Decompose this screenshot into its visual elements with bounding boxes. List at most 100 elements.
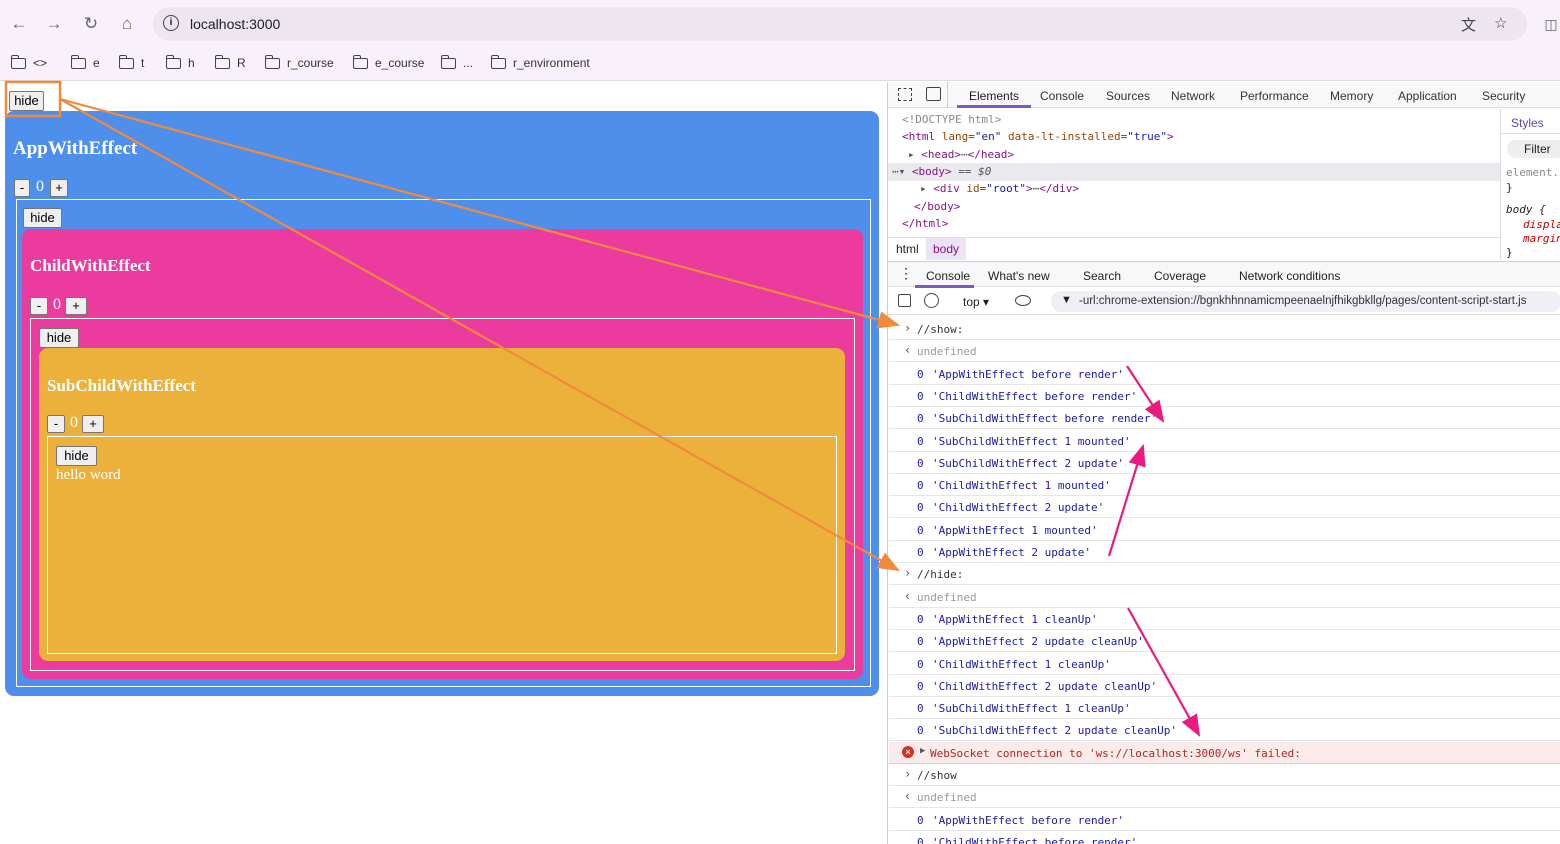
bookmark-folder[interactable]: e_course [352, 54, 424, 72]
tab-console[interactable]: Console [1040, 89, 1084, 103]
forward-icon[interactable]: → [43, 13, 65, 35]
bookmark-folder[interactable]: r_course [264, 54, 334, 72]
tab-network[interactable]: Network [1171, 89, 1215, 103]
tab-security[interactable]: Security [1482, 89, 1525, 103]
app-decrement-button[interactable]: - [14, 179, 30, 197]
child-increment-button[interactable]: + [65, 297, 87, 315]
drawer-tab-coverage[interactable]: Coverage [1154, 269, 1206, 283]
style-prop: margin [1523, 232, 1560, 245]
prompt-arrow-icon: › [904, 321, 912, 335]
clear-console-icon[interactable] [924, 293, 939, 308]
active-tab-indicator [957, 105, 1031, 108]
root-div-line[interactable]: ▸ <div id="root">⋯</div> [920, 182, 1079, 195]
tab-application[interactable]: Application [1398, 89, 1457, 103]
bookmark-folder[interactable]: h [165, 54, 195, 72]
breadcrumb-html[interactable]: html [896, 242, 919, 256]
console-log-entry: 0 'SubChildWithEffect 2 update cleanUp' [889, 719, 1560, 742]
subchild-hide-button[interactable]: hide [39, 328, 79, 348]
rule-brace: } [1506, 181, 1513, 194]
divider [1501, 133, 1560, 134]
content-text: hello word [56, 467, 121, 483]
eye-icon[interactable] [1015, 295, 1031, 306]
drawer-tab-search[interactable]: Search [1083, 269, 1121, 283]
result-arrow-icon: ‹ [904, 343, 912, 358]
folder-icon [70, 54, 86, 69]
console-log-entry: 0 'AppWithEffect 1 cleanUp' [889, 608, 1560, 630]
more-options-icon[interactable]: ⋮ [899, 266, 913, 280]
reload-icon[interactable]: ↻ [80, 13, 102, 35]
rule-brace: } [1506, 246, 1513, 259]
devtools-panel: Elements Console Sources Network Perform… [887, 82, 1560, 844]
divider [947, 82, 948, 108]
drawer-tab-whats-new[interactable]: What's new [988, 269, 1050, 283]
bookmark-folder[interactable]: t [118, 54, 144, 72]
subchild-title: SubChildWithEffect [47, 376, 196, 395]
drawer-tab-network-conditions[interactable]: Network conditions [1239, 269, 1340, 283]
child-decrement-button[interactable]: - [30, 297, 48, 315]
child-counter: 0 [53, 296, 61, 313]
side-panel-icon[interactable]: ◫ [1540, 13, 1560, 35]
breadcrumb: html body [888, 237, 1500, 260]
folder-icon [440, 54, 456, 69]
content-hide-button[interactable]: hide [56, 446, 97, 466]
console-result: ‹ undefined [889, 586, 1560, 608]
expand-arrow-icon[interactable]: ▸ [908, 148, 915, 161]
bookmark-folder[interactable]: e [70, 54, 100, 72]
head-line[interactable]: ▸ <head>⋯</head> [908, 148, 1014, 161]
html-open-line[interactable]: <html lang="en" data-lt-installed="true"… [902, 130, 1174, 143]
bookmark-folder[interactable]: r_environment [490, 54, 590, 72]
bookmark-star-icon[interactable]: ☆ [1494, 14, 1507, 32]
bookmark-folder[interactable]: ... [440, 54, 473, 72]
child-hide-button[interactable]: hide [23, 208, 62, 228]
error-link[interactable]: //localhost:3000 [1115, 747, 1221, 760]
console-log-entry: 0 'SubChildWithEffect 2 update' [889, 452, 1560, 474]
breadcrumb-body[interactable]: body [926, 238, 967, 260]
doctype-line: <!DOCTYPE html> [902, 113, 1002, 126]
bookmark-folder[interactable]: R [214, 54, 246, 72]
inspect-element-icon[interactable] [898, 88, 912, 101]
drawer-tab-console[interactable]: Console [926, 269, 970, 283]
body-line[interactable]: ⋯▾ <body> == $0 [892, 165, 991, 178]
console-log-entry: 0 'AppWithEffect 2 update' [889, 541, 1560, 563]
device-toolbar-icon[interactable] [926, 87, 941, 101]
expand-arrow-icon[interactable]: ▸ [920, 182, 927, 195]
tab-elements[interactable]: Elements [969, 89, 1019, 103]
sidebar-toggle-icon[interactable] [898, 294, 911, 307]
bookmarks-bar: <> e t h R r_course e_course ... r_envir… [0, 48, 1560, 81]
styles-tab[interactable]: Styles [1511, 116, 1544, 130]
app-increment-button[interactable]: + [50, 179, 68, 197]
console-log-entry: 0 'ChildWithEffect 2 update cleanUp' [889, 675, 1560, 697]
folder-icon [10, 54, 26, 69]
address-bar[interactable]: i localhost:3000 文 ☆ [153, 7, 1527, 41]
collapse-arrow-icon[interactable]: ▾ [899, 165, 906, 178]
tab-memory[interactable]: Memory [1330, 89, 1373, 103]
url-text[interactable]: localhost:3000 [190, 16, 280, 32]
back-icon[interactable]: ← [8, 13, 30, 35]
site-info-icon[interactable]: i [163, 15, 179, 31]
console-filter-input[interactable]: ▼ -url:chrome-extension://bgnkhhnnamicmp… [1051, 291, 1560, 312]
bookmark-folder[interactable]: <> [10, 54, 47, 72]
drawer-tabbar: ⋮ Console What's new Search Coverage Net… [888, 261, 1560, 288]
console-log-entry: 0 'SubChildWithEffect 1 mounted' [889, 430, 1560, 452]
tab-sources[interactable]: Sources [1106, 89, 1150, 103]
expand-arrow-icon[interactable]: ▶ [920, 746, 925, 756]
translate-icon[interactable]: 文 [1461, 14, 1476, 35]
console-log-entry: 0 'SubChildWithEffect 1 cleanUp' [889, 697, 1560, 720]
tab-performance[interactable]: Performance [1240, 89, 1309, 103]
subchild-content-box: hide hello word [47, 436, 837, 654]
root-hide-button[interactable]: hide [9, 91, 44, 111]
result-arrow-icon: ‹ [904, 789, 912, 804]
subchild-decrement-button[interactable]: - [47, 415, 65, 433]
style-prop: displa [1523, 218, 1560, 231]
error-icon: × [902, 745, 914, 758]
console-log-entry: 0 'AppWithEffect 2 update cleanUp' [889, 630, 1560, 653]
dom-tree: <!DOCTYPE html> <html lang="en" data-lt-… [888, 109, 1500, 237]
prompt-arrow-icon: › [904, 767, 912, 781]
styles-filter-input[interactable]: Filter [1507, 140, 1560, 158]
browser-toolbar: ← → ↻ ⌂ i localhost:3000 文 ☆ ◫ [0, 0, 1560, 48]
home-icon[interactable]: ⌂ [116, 13, 138, 35]
console-log-entry: 0 'SubChildWithEffect before render' [889, 407, 1560, 430]
context-selector[interactable]: top ▾ [963, 295, 989, 309]
console-toolbar: top ▾ ▼ -url:chrome-extension://bgnkhhnn… [888, 288, 1560, 315]
subchild-increment-button[interactable]: + [82, 415, 104, 433]
